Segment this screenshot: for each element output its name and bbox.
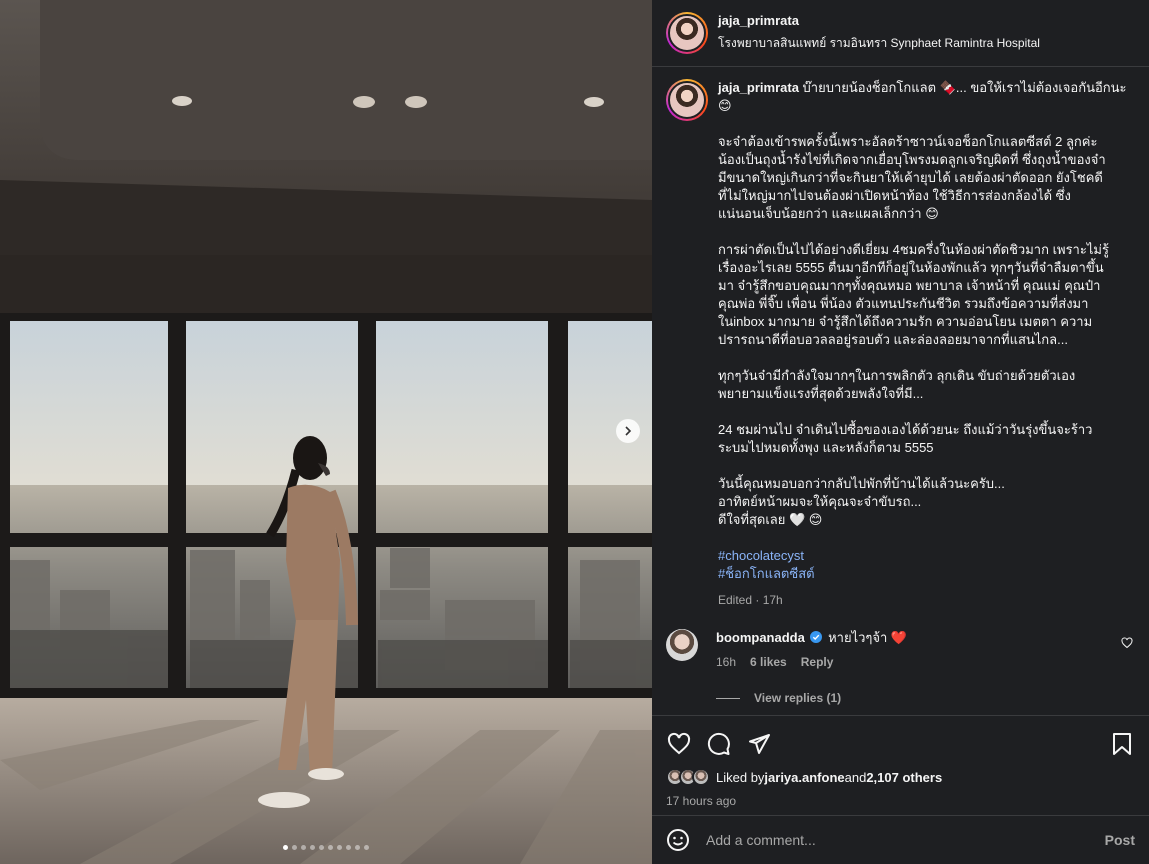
liked-by-user[interactable]: jariya.anfone — [764, 770, 844, 785]
view-replies-line — [716, 697, 740, 699]
hashtag-link[interactable]: #ช็อกโกแลตซีสต์ — [718, 565, 1128, 583]
carousel-dot — [355, 845, 360, 850]
comment-text: หายไวๆจ้า ❤️ — [828, 630, 908, 645]
caption-username[interactable]: jaja_primrata — [718, 80, 799, 95]
share-icon — [749, 734, 770, 754]
comment-item: boompanadda หายไวๆจ้า ❤️ 16h 6 likes Rep… — [666, 629, 1135, 671]
caption-paragraph: วันนี้คุณหมอบอกว่ากลับไปพักที่บ้านได้แล้… — [718, 476, 1005, 527]
post-photo[interactable] — [0, 0, 652, 864]
view-replies-button[interactable]: View replies (1) — [716, 691, 1135, 705]
comment-icon — [707, 732, 730, 755]
post-modal: jaja_primrata โรงพยาบาลสินแพทย์ รามอินทร… — [0, 0, 1149, 864]
carousel-dot — [301, 845, 306, 850]
comment-likes[interactable]: 6 likes — [750, 653, 787, 671]
caption-paragraph: ทุกๆวันจ๋ามีกำลังใจมากๆในการพลิกตัว ลุกเ… — [718, 368, 1076, 401]
actions-area: Liked by jariya.anfone and 2,107 others … — [652, 715, 1149, 815]
hashtag-link[interactable]: #chocolatecyst — [718, 547, 1128, 565]
post-location[interactable]: โรงพยาบาลสินแพทย์ รามอินทรา Synphaet Ram… — [718, 34, 1040, 53]
caption-avatar[interactable] — [666, 79, 708, 121]
reply-button[interactable]: Reply — [801, 653, 834, 671]
carousel-dot — [283, 845, 288, 850]
hospital-window-photo — [0, 0, 652, 864]
carousel-dot — [364, 845, 369, 850]
caption-paragraph: 24 ชมผ่านไป จ๋าเดินไปซื้อของเองได้ด้วยนะ… — [718, 422, 1093, 455]
comment-like-heart-icon[interactable] — [1121, 637, 1133, 649]
action-bar — [666, 724, 1135, 764]
carousel-dot — [292, 845, 297, 850]
comment-input[interactable] — [706, 832, 1105, 848]
likes-count[interactable]: 2,107 others — [866, 770, 942, 785]
carousel-dot — [310, 845, 315, 850]
heart-icon — [667, 732, 691, 755]
carousel-dots — [0, 845, 652, 850]
liked-by-middle: and — [844, 769, 867, 785]
liked-by-prefix: Liked by — [716, 769, 765, 785]
post-caption: jaja_primrata บ๊ายบายน้องช็อกโกแลต 🍫... … — [666, 79, 1135, 609]
commenter-username[interactable]: boompanadda — [716, 630, 805, 645]
post-details-panel: jaja_primrata โรงพยาบาลสินแพทย์ รามอินทร… — [652, 0, 1149, 864]
carousel-dot — [337, 845, 342, 850]
author-avatar[interactable] — [666, 12, 708, 54]
post-comment-button[interactable]: Post — [1105, 832, 1135, 848]
liker-avatar[interactable] — [692, 768, 710, 786]
caption-paragraph: การผ่าตัดเป็นไปได้อย่างดีเยี่ยม 4ชมครึ่ง… — [718, 242, 1109, 347]
save-button[interactable] — [1109, 731, 1135, 757]
post-time-ago[interactable]: 17 hours ago — [666, 794, 1135, 808]
add-comment-bar: Post — [652, 815, 1149, 864]
liker-avatars — [666, 768, 710, 786]
edited-timestamp: Edited · 17h — [718, 593, 783, 607]
carousel-dot — [328, 845, 333, 850]
emoji-icon[interactable] — [666, 828, 690, 852]
caption-paragraph: จะจ๋าต้องเข้ารพครั้งนี้เพราะอัลตร้าซาวน์… — [718, 134, 1106, 221]
carousel-dot — [346, 845, 351, 850]
share-button[interactable] — [746, 731, 772, 757]
comment-time[interactable]: 16h — [716, 653, 736, 671]
chevron-right-icon — [625, 426, 632, 436]
commenter-avatar[interactable] — [666, 629, 698, 661]
verified-badge-icon — [810, 631, 823, 643]
save-icon — [1113, 733, 1131, 755]
comments-section[interactable]: jaja_primrata บ๊ายบายน้องช็อกโกแลต 🍫... … — [652, 67, 1149, 715]
hashtags: #chocolatecyst #ช็อกโกแลตซีสต์ — [718, 547, 1128, 583]
liked-by: Liked by jariya.anfone and 2,107 others — [666, 768, 1135, 786]
author-username[interactable]: jaja_primrata — [718, 13, 1040, 28]
like-button[interactable] — [666, 731, 692, 757]
carousel-next-button[interactable] — [616, 419, 640, 443]
comment-button[interactable] — [706, 731, 732, 757]
carousel-dot — [319, 845, 324, 850]
post-header: jaja_primrata โรงพยาบาลสินแพทย์ รามอินทร… — [652, 0, 1149, 67]
view-replies-label: View replies (1) — [754, 691, 842, 705]
